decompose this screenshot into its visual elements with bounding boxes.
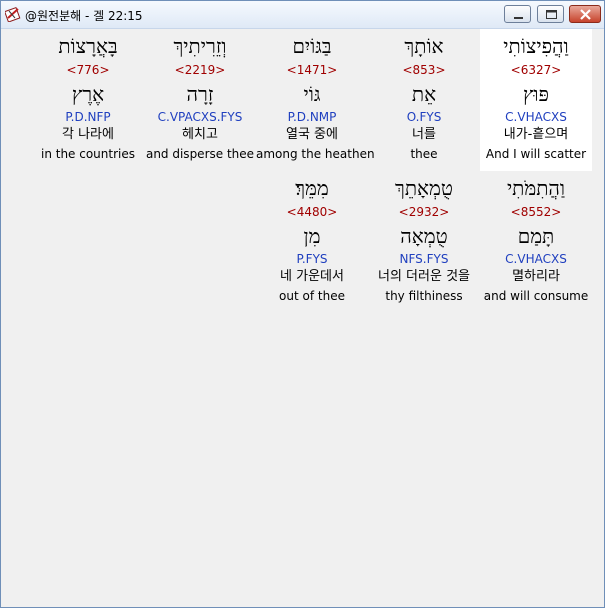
strong-number[interactable]: <6327> [480,63,592,77]
morph-code: P.FYS [296,252,328,266]
english-gloss: out of thee [279,289,345,303]
hebrew-word: טֻמְאָתֵךְ [395,176,453,200]
lemma: גּוֹי [303,82,321,106]
word-cell[interactable]: מִמֵּךְ׃ <4480> מִן P.FYS 네 가운데서 out of thee [256,171,368,313]
korean-gloss: 멸하리라 [512,269,560,284]
morph-code: O.FYS [406,110,442,124]
lemma: אֵת [411,82,437,106]
word-cell[interactable]: וַהֲתִמֹּתִי <8552> תָּמַם C.VHACXS 멸하리라 and … [480,171,592,313]
morph-code: C.VHACXS [505,110,567,124]
lemma: תָּמַם [517,224,555,248]
korean-gloss: 너의 더러운 것을 [378,269,470,284]
hebrew-word: וַהֲתִמֹּתִי [506,176,566,200]
korean-gloss: 네 가운데서 [280,269,344,284]
strong-number[interactable]: <2932> [368,205,480,219]
hebrew-word: בַּגּוֹיִם [292,34,332,58]
strong-number[interactable]: <776> [32,63,144,77]
window-title: @원전분해 - 겔 22:15 [25,9,143,23]
strong-number[interactable]: <2219> [144,63,256,77]
lemma: טֻמְאָה [400,224,448,248]
word-cell[interactable]: בָּאֲרָצוֹת <776> אֶרֶץ P.D.NFP 각 나라에 in the … [32,29,144,171]
hebrew-word: וְזֵרִיתִיךְ [173,34,227,58]
word-cell[interactable]: אוֹתָךְ <853> אֵת O.FYS 너를 thee [368,29,480,171]
close-icon [580,9,591,20]
close-button[interactable] [569,5,601,23]
english-gloss: among the heathen [256,147,375,161]
maximize-button[interactable] [537,5,564,23]
korean-gloss: 열국 중에 [286,127,338,142]
bible-icon [5,6,21,22]
hebrew-word: אוֹתָךְ [404,34,444,58]
strong-number[interactable]: <4480> [256,205,368,219]
hebrew-word: בָּאֲרָצוֹת [58,34,118,58]
morph-code: P.D.NFP [65,110,111,124]
strong-number[interactable]: <1471> [256,63,368,77]
lemma: זָרָה [186,82,214,106]
korean-gloss: 헤치고 [182,127,218,142]
english-gloss: thy filthiness [385,289,463,303]
english-gloss: thee [410,147,438,161]
strong-number[interactable]: <8552> [480,205,592,219]
hebrew-word: וַהֲפִיצוֹתִי [503,34,569,58]
minimize-icon [514,17,523,19]
english-gloss: and disperse thee [145,147,255,161]
lemma: אֶרֶץ [71,82,105,106]
word-cell[interactable]: וַהֲפִיצוֹתִי <6327> פּוּץ C.VHACXS 내가-흩으며 An… [480,29,592,171]
morph-code: C.VPACXS.FYS [157,110,243,124]
lemma: פּוּץ [522,82,549,106]
morph-code: NFS.FYS [399,252,449,266]
english-gloss: and will consume [483,289,589,303]
word-cell[interactable]: וְזֵרִיתִיךְ <2219> זָרָה C.VPACXS.FYS 헤치고 an… [144,29,256,171]
korean-gloss: 각 나라에 [62,127,114,142]
title-bar[interactable]: @원전분해 - 겔 22:15 [1,1,604,29]
hebrew-word: מִמֵּךְ׃ [295,176,329,200]
english-gloss: in the countries [40,147,136,161]
app-window: @원전분해 - 겔 22:15 וַהֲפִיצוֹתִי <6327> פּוּץ… [0,0,605,608]
english-gloss: And I will scatter [485,147,587,161]
korean-gloss: 너를 [412,127,436,142]
maximize-icon [546,10,557,19]
korean-gloss: 내가-흩으며 [503,127,569,142]
word-cell[interactable]: טֻמְאָתֵךְ <2932> טֻמְאָה NFS.FYS 너의 더러운 것을 t… [368,171,480,313]
interlinear-view: וַהֲפִיצוֹתִי <6327> פּוּץ C.VHACXS 내가-흩으며 An… [4,29,601,604]
lemma: מִן [303,224,321,248]
strong-number[interactable]: <853> [368,63,480,77]
word-cell[interactable]: בַּגּוֹיִם <1471> גּוֹי P.D.NMP 열국 중에 among t… [256,29,375,171]
minimize-button[interactable] [504,5,531,23]
morph-code: P.D.NMP [287,110,337,124]
morph-code: C.VHACXS [505,252,567,266]
